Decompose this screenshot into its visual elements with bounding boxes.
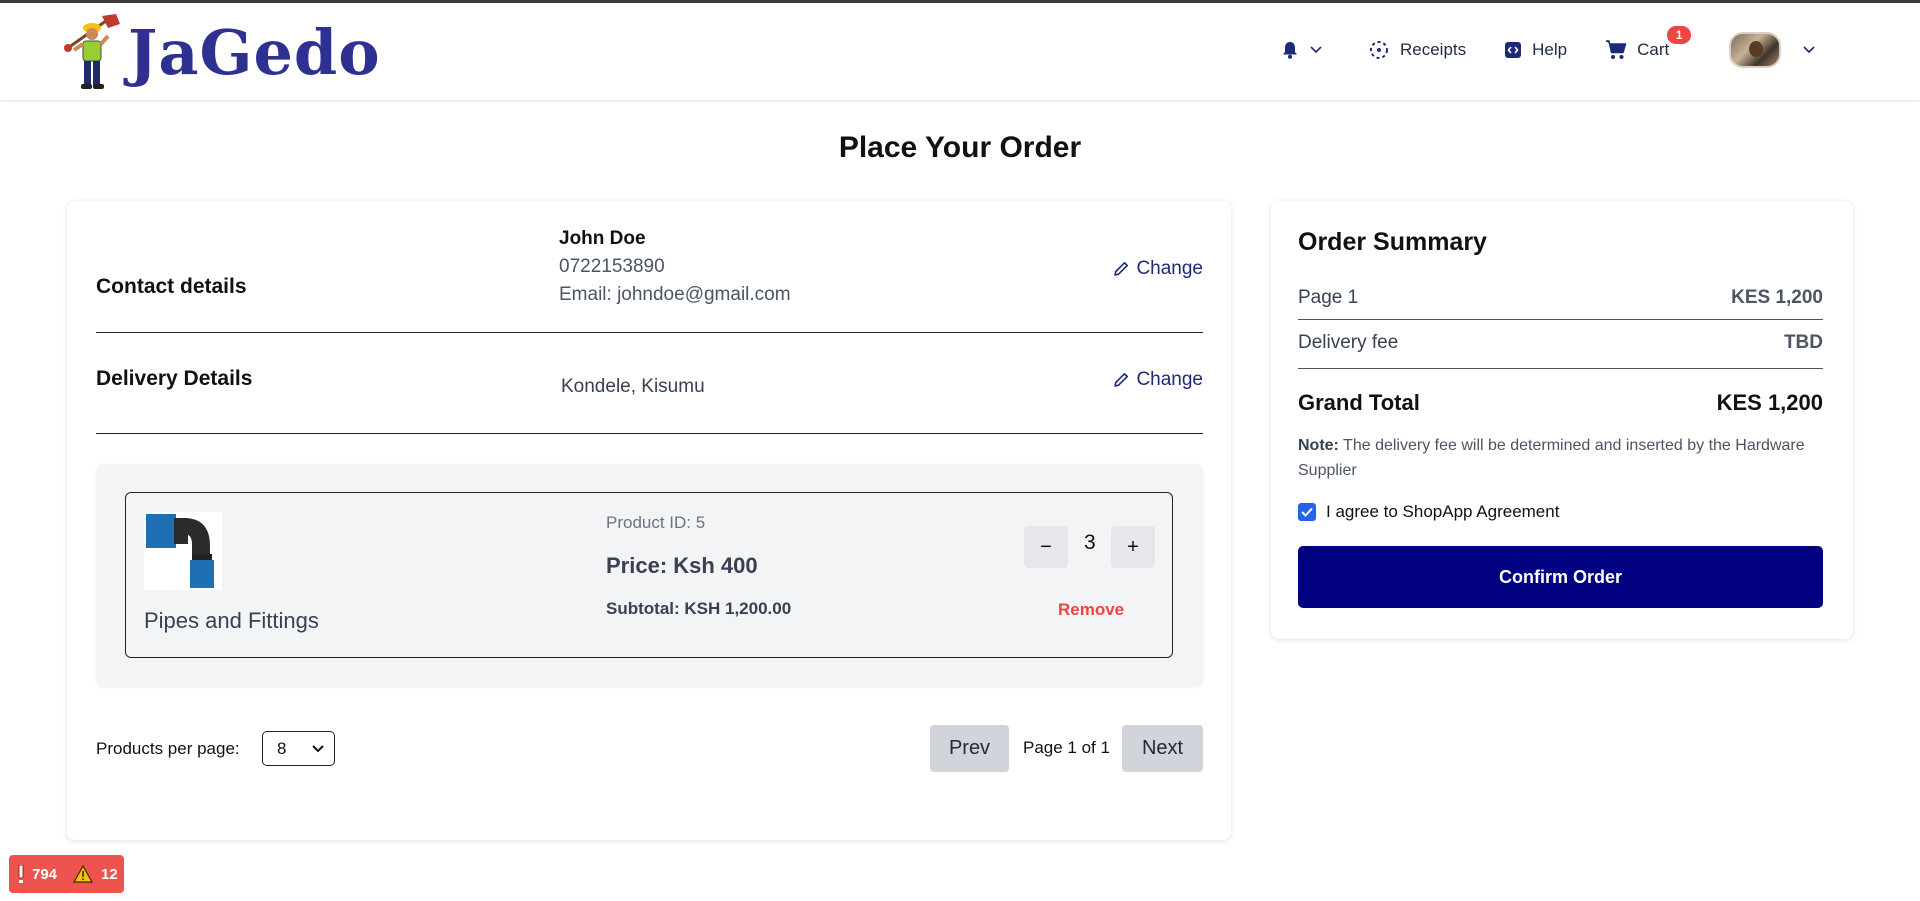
contact-email: Email: johndoe@gmail.com [559, 284, 791, 305]
header-nav: Receipts Help Cart 1 [1280, 3, 1815, 97]
product-image [144, 512, 222, 590]
agreement-row: I agree to ShopApp Agreement [1298, 502, 1559, 522]
bell-icon [1283, 42, 1297, 59]
nav-cart-label: Cart [1637, 40, 1670, 59]
jagedo-logo[interactable]: JaGedo [62, 13, 381, 93]
nav-help[interactable]: Help [1504, 40, 1567, 60]
order-summary-title: Order Summary [1298, 228, 1487, 256]
receipt-icon [1370, 41, 1388, 59]
help-icon [1505, 42, 1522, 58]
error-count: 794 [32, 865, 58, 883]
cart-icon [1606, 40, 1627, 59]
change-contact-label: Change [1136, 258, 1203, 279]
contact-details-section: Contact details John Doe 0722153890 Emai… [96, 225, 1203, 333]
summary-row-label: Page 1 [1298, 287, 1359, 308]
summary-row-value: KES 1,200 [1731, 287, 1823, 308]
contact-phone: 0722153890 [559, 256, 665, 277]
change-delivery-label: Change [1136, 369, 1203, 390]
product-name: Pipes and Fittings [144, 608, 319, 633]
cart-products-list: Pipes and Fittings Product ID: 5 Price: … [96, 464, 1203, 686]
nav-receipts[interactable]: Receipts [1368, 39, 1466, 61]
agreement-checkbox[interactable] [1298, 503, 1316, 521]
change-contact-button[interactable]: Change [1112, 258, 1203, 280]
delivery-details-heading: Delivery Details [96, 367, 253, 390]
cart-count-badge: 1 [1667, 26, 1692, 44]
warning-count: 12 [101, 865, 118, 883]
order-summary-card: Order Summary Page 1 KES 1,200 Delivery … [1271, 201, 1853, 639]
dev-error-badge[interactable]: 794 12 [9, 855, 124, 893]
note-label: Note: [1298, 437, 1339, 454]
page-indicator: Page 1 of 1 [1023, 738, 1110, 757]
delivery-fee-note: Note: The delivery fee will be determine… [1298, 433, 1823, 483]
pencil-icon [1114, 262, 1129, 276]
checkmark-icon [1301, 507, 1313, 517]
contact-info: John Doe 0722153890 Email: johndoe@gmail… [559, 225, 791, 309]
increase-quantity-button[interactable]: + [1111, 526, 1155, 568]
notifications-menu[interactable] [1280, 40, 1322, 60]
chevron-down-icon[interactable] [1803, 46, 1815, 54]
logo-wordmark: JaGedo [128, 16, 381, 89]
cart-product-item: Pipes and Fittings Product ID: 5 Price: … [125, 492, 1173, 658]
nav-receipts-label: Receipts [1400, 40, 1467, 59]
grand-total-row: Grand Total KES 1,200 [1298, 390, 1823, 416]
per-page-value: 8 [277, 738, 287, 758]
products-per-page-label: Products per page: [96, 739, 240, 758]
note-text: The delivery fee will be determined and … [1298, 437, 1805, 479]
product-subtotal: Subtotal: KSH 1,200.00 [606, 599, 792, 618]
prev-page-button[interactable]: Prev [930, 725, 1009, 772]
summary-row-value: TBD [1783, 332, 1823, 353]
worker-mascot-icon [64, 14, 120, 89]
remove-product-button[interactable]: Remove [1058, 600, 1124, 620]
summary-row-delivery-fee: Delivery fee TBD [1298, 332, 1823, 369]
confirm-order-button[interactable]: Confirm Order [1298, 546, 1823, 608]
delivery-details-section: Delivery Details Kondele, Kisumu Change [96, 333, 1203, 434]
change-delivery-button[interactable]: Change [1112, 369, 1203, 391]
order-details-card: Contact details John Doe 0722153890 Emai… [67, 201, 1231, 840]
summary-row-page: Page 1 KES 1,200 [1298, 287, 1823, 320]
delivery-address: Kondele, Kisumu [561, 376, 705, 397]
user-avatar[interactable] [1729, 32, 1782, 68]
grand-total-label: Grand Total [1298, 390, 1420, 415]
next-page-button[interactable]: Next [1122, 725, 1203, 772]
agreement-label[interactable]: I agree to ShopApp Agreement [1326, 502, 1559, 522]
product-id: Product ID: 5 [606, 513, 706, 532]
contact-details-heading: Contact details [96, 275, 247, 298]
nav-help-label: Help [1532, 40, 1568, 59]
error-icon [18, 865, 24, 883]
decrease-quantity-button[interactable]: − [1024, 526, 1068, 568]
summary-row-label: Delivery fee [1298, 332, 1399, 353]
chevron-down-icon [312, 744, 324, 752]
warning-icon [73, 865, 94, 883]
product-price: Price: Ksh 400 [606, 553, 758, 578]
pipe-fitting-image [144, 512, 222, 590]
top-header: JaGedo Receipts Help Cart 1 [0, 3, 1920, 100]
contact-name: John Doe [559, 228, 646, 249]
quantity-value: 3 [1084, 531, 1096, 554]
pencil-icon [1114, 373, 1129, 387]
grand-total-value: KES 1,200 [1716, 390, 1823, 415]
chevron-down-icon [1310, 46, 1322, 54]
page-title: Place Your Order [838, 131, 1082, 164]
products-per-page-select[interactable]: 8 [262, 731, 335, 766]
nav-cart[interactable]: Cart 1 [1605, 26, 1692, 60]
